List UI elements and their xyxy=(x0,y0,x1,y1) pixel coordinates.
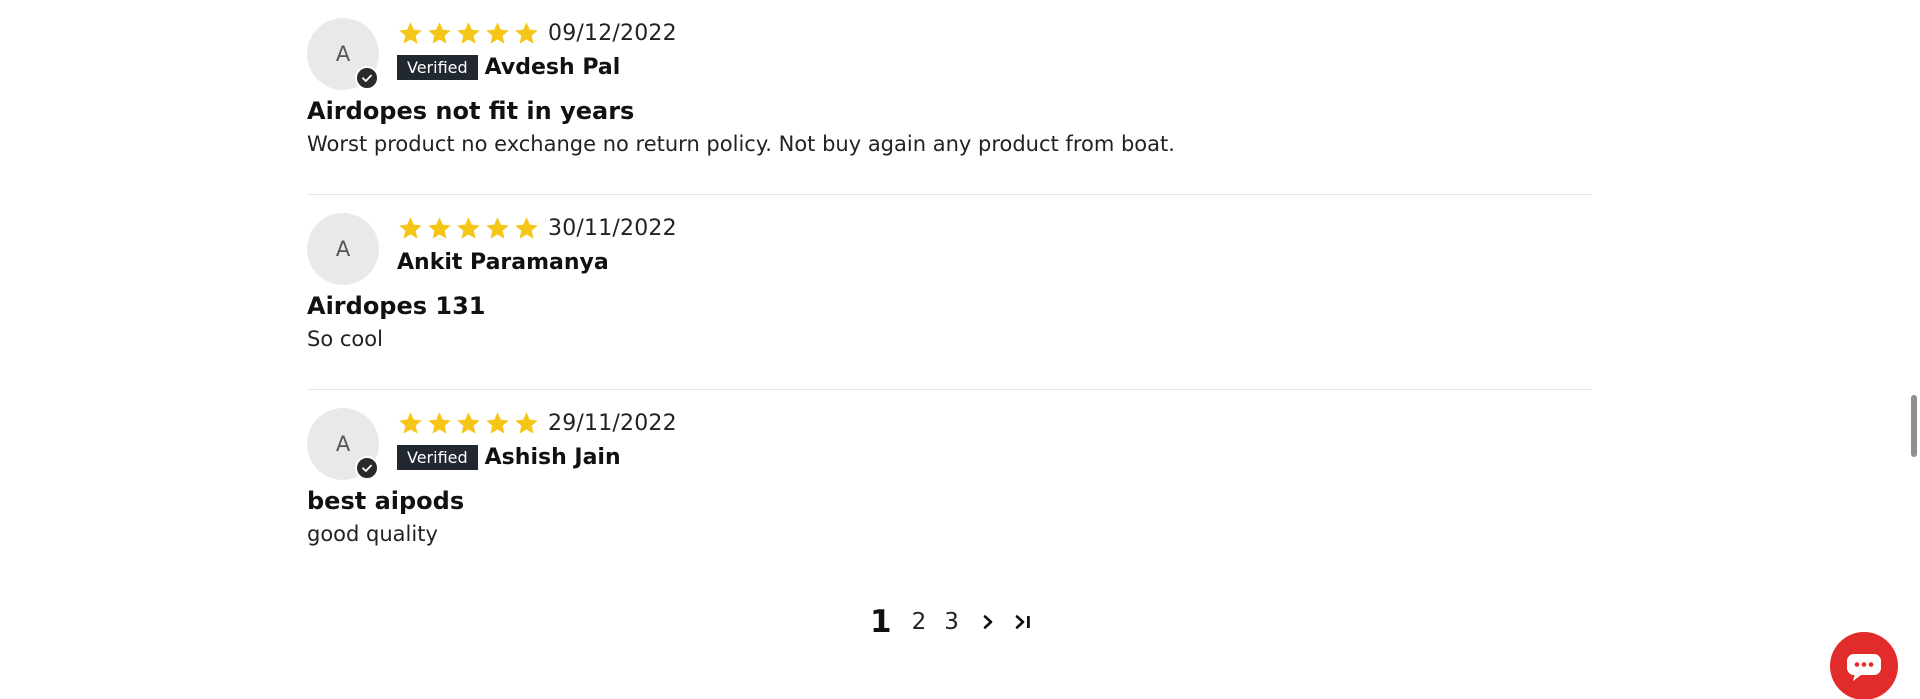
star-icon xyxy=(399,216,422,239)
chevron-right-icon[interactable] xyxy=(977,611,999,633)
star-icon xyxy=(428,216,451,239)
star-icon xyxy=(399,411,422,434)
reviews-page: A 09/12/2022 Verified Avdesh Pal Airdope… xyxy=(0,0,1920,699)
review-date: 30/11/2022 xyxy=(548,215,677,241)
avatar-initial: A xyxy=(335,42,351,66)
star-icon xyxy=(486,216,509,239)
rating-row: 09/12/2022 xyxy=(397,18,677,48)
reviewer-row: Verified Ashish Jain xyxy=(397,442,677,472)
review-item: A 09/12/2022 Verified Avdesh Pal Airdope… xyxy=(307,0,1592,195)
verified-badge: Verified xyxy=(397,54,478,80)
review-title: best aipods xyxy=(307,487,465,515)
rating-row: 30/11/2022 xyxy=(397,213,677,243)
star-icon xyxy=(399,21,422,44)
star-icon xyxy=(428,411,451,434)
verified-check-icon xyxy=(355,456,379,480)
page-link-2[interactable]: 2 xyxy=(912,609,927,635)
chat-button[interactable] xyxy=(1830,632,1898,699)
reviews-list: A 09/12/2022 Verified Avdesh Pal Airdope… xyxy=(307,0,1592,585)
reviewer-name: Ashish Jain xyxy=(484,444,621,470)
star-icon xyxy=(515,21,538,44)
review-meta: 29/11/2022 Verified Ashish Jain xyxy=(397,408,677,472)
review-title: Airdopes 131 xyxy=(307,292,486,320)
avatar-initial: A xyxy=(335,432,351,456)
star-icon xyxy=(486,411,509,434)
reviewer-avatar: A xyxy=(307,213,379,285)
review-meta: 09/12/2022 Verified Avdesh Pal xyxy=(397,18,677,82)
star-icon xyxy=(486,21,509,44)
page-link-3[interactable]: 3 xyxy=(944,609,959,635)
reviewer-name: Avdesh Pal xyxy=(484,54,621,80)
reviewer-avatar: A xyxy=(307,18,379,90)
scrollbar-thumb[interactable] xyxy=(1911,395,1917,457)
review-meta: 30/11/2022 Ankit Paramanya xyxy=(397,213,677,277)
review-item: A 29/11/2022 Verified Ashish Jain best a… xyxy=(307,390,1592,585)
reviewer-name: Ankit Paramanya xyxy=(397,249,609,275)
star-icon xyxy=(457,216,480,239)
star-icon xyxy=(457,21,480,44)
star-rating xyxy=(397,20,540,47)
reviewer-row: Verified Avdesh Pal xyxy=(397,52,677,82)
review-date: 09/12/2022 xyxy=(548,20,677,46)
review-body: So cool xyxy=(307,327,383,351)
last-page-icon[interactable] xyxy=(1013,611,1035,633)
review-title: Airdopes not fit in years xyxy=(307,97,635,125)
review-date: 29/11/2022 xyxy=(548,410,677,436)
review-item: A 30/11/2022 Ankit Paramanya Airdopes 13… xyxy=(307,195,1592,390)
star-icon xyxy=(515,411,538,434)
verified-badge: Verified xyxy=(397,444,478,470)
star-rating xyxy=(397,410,540,437)
pagination: 1 2 3 xyxy=(870,600,1049,644)
review-body: good quality xyxy=(307,522,438,546)
star-rating xyxy=(397,215,540,242)
rating-row: 29/11/2022 xyxy=(397,408,677,438)
review-body: Worst product no exchange no return poli… xyxy=(307,132,1175,156)
star-icon xyxy=(515,216,538,239)
verified-check-icon xyxy=(355,66,379,90)
avatar-initial: A xyxy=(335,237,351,261)
reviewer-avatar: A xyxy=(307,408,379,480)
page-link-current[interactable]: 1 xyxy=(870,604,892,640)
star-icon xyxy=(428,21,451,44)
chat-bubble-icon xyxy=(1847,654,1881,681)
reviewer-row: Ankit Paramanya xyxy=(397,247,677,277)
star-icon xyxy=(457,411,480,434)
